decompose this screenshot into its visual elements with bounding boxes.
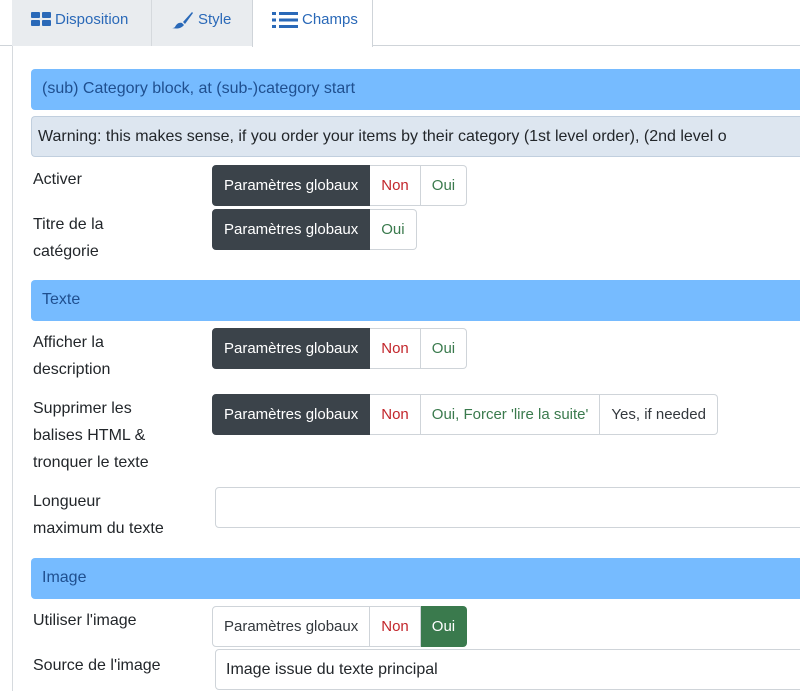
tab-style-label: Style bbox=[198, 11, 232, 28]
tab-champs[interactable]: Champs bbox=[252, 0, 373, 47]
strip-html-option-global[interactable]: Paramètres globaux bbox=[212, 394, 371, 435]
show-description-label-line2: description bbox=[33, 361, 111, 378]
activate-button-group: Paramètres globaux Non Oui bbox=[212, 165, 468, 206]
max-length-label: Longueur maximum du texte bbox=[33, 488, 164, 542]
use-image-label: Utiliser l'image bbox=[33, 612, 137, 629]
list-icon bbox=[272, 11, 298, 29]
brush-icon bbox=[172, 11, 194, 29]
category-title-button-group: Paramètres globaux Oui bbox=[212, 209, 417, 250]
activate-label: Activer bbox=[33, 171, 82, 188]
show-description-label: Afficher la description bbox=[33, 329, 110, 383]
category-title-label-line1: Titre de la bbox=[33, 216, 104, 233]
tab-champs-label: Champs bbox=[302, 11, 358, 28]
section-header-category: (sub) Category block, at (sub-)category … bbox=[31, 69, 800, 110]
show-description-option-no[interactable]: Non bbox=[370, 328, 421, 369]
activate-option-global[interactable]: Paramètres globaux bbox=[212, 165, 371, 206]
tab-disposition-label: Disposition bbox=[55, 11, 129, 28]
strip-html-option-force-readmore[interactable]: Oui, Forcer 'lire la suite' bbox=[420, 394, 601, 435]
strip-html-option-if-needed[interactable]: Yes, if needed bbox=[600, 394, 718, 435]
category-title-label: Titre de la catégorie bbox=[33, 211, 104, 265]
max-length-input[interactable] bbox=[215, 487, 800, 528]
strip-html-label-line3: tronquer le texte bbox=[33, 454, 149, 471]
activate-option-yes[interactable]: Oui bbox=[420, 165, 468, 206]
warning-alert: Warning: this makes sense, if you order … bbox=[31, 116, 800, 157]
category-title-option-global[interactable]: Paramètres globaux bbox=[212, 209, 371, 250]
strip-html-option-no[interactable]: Non bbox=[370, 394, 421, 435]
max-length-label-line2: maximum du texte bbox=[33, 520, 164, 537]
layout-grid-icon bbox=[31, 11, 51, 27]
category-title-option-yes[interactable]: Oui bbox=[370, 209, 417, 250]
tab-bar: Disposition Style Champs bbox=[0, 0, 800, 47]
show-description-label-line1: Afficher la bbox=[33, 334, 104, 351]
use-image-option-yes[interactable]: Oui bbox=[420, 606, 468, 647]
strip-html-button-group: Paramètres globaux Non Oui, Forcer 'lire… bbox=[212, 394, 718, 435]
image-source-select[interactable]: Image issue du texte principal bbox=[215, 649, 800, 690]
strip-html-label-line2: balises HTML & bbox=[33, 427, 146, 444]
activate-option-no[interactable]: Non bbox=[370, 165, 421, 206]
section-header-text: Texte bbox=[31, 280, 800, 321]
section-header-image: Image bbox=[31, 558, 800, 599]
use-image-option-global[interactable]: Paramètres globaux bbox=[212, 606, 371, 647]
use-image-button-group: Paramètres globaux Non Oui bbox=[212, 606, 468, 647]
max-length-label-line1: Longueur bbox=[33, 493, 101, 510]
tab-style[interactable]: Style bbox=[152, 0, 252, 46]
show-description-button-group: Paramètres globaux Non Oui bbox=[212, 328, 468, 369]
strip-html-label: Supprimer les balises HTML & tronquer le… bbox=[33, 395, 149, 476]
show-description-option-global[interactable]: Paramètres globaux bbox=[212, 328, 371, 369]
image-source-label: Source de l'image bbox=[33, 657, 161, 674]
tab-disposition[interactable]: Disposition bbox=[12, 0, 152, 46]
use-image-option-no[interactable]: Non bbox=[370, 606, 421, 647]
category-title-label-line2: catégorie bbox=[33, 243, 99, 260]
show-description-option-yes[interactable]: Oui bbox=[420, 328, 468, 369]
strip-html-label-line1: Supprimer les bbox=[33, 400, 132, 417]
